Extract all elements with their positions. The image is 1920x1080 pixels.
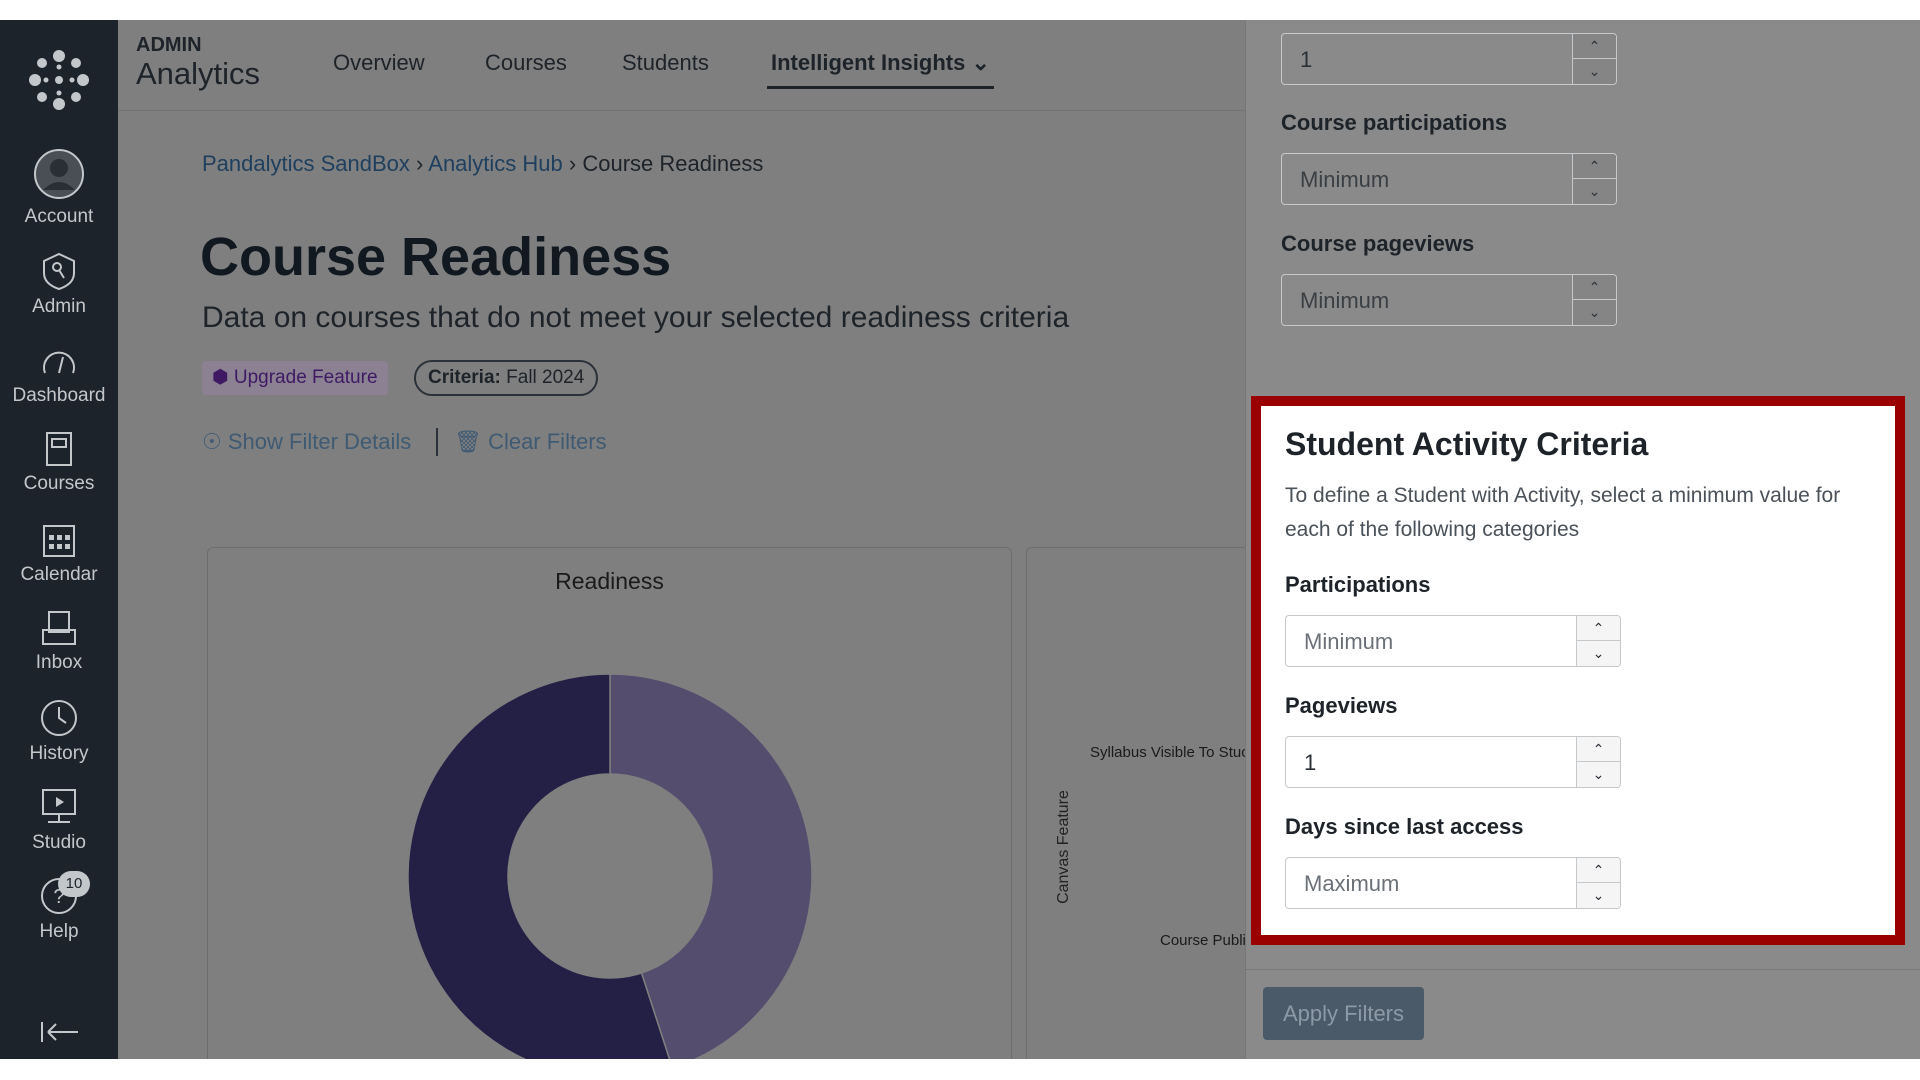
chevron-right-icon: › (568, 151, 577, 176)
nav-admin[interactable]: Admin (0, 252, 118, 318)
apply-filters-button[interactable]: Apply Filters (1263, 987, 1424, 1040)
course-participations-input[interactable]: Minimum ⌃ ⌄ (1281, 153, 1617, 205)
field-label: Course participations (1281, 110, 1508, 135)
avatar-icon (34, 149, 84, 199)
breadcrumb-link[interactable]: Pandalytics SandBox (202, 151, 410, 176)
collapse-nav-icon[interactable] (40, 1020, 80, 1044)
donut-chart (407, 673, 813, 1059)
chevron-down-icon[interactable]: ⌄ (1573, 59, 1616, 84)
chevron-up-icon[interactable]: ⌃ (1577, 737, 1620, 762)
course-pageviews-input[interactable]: Minimum ⌃ ⌄ (1281, 274, 1617, 326)
stepper[interactable]: ⌃ ⌄ (1572, 154, 1616, 204)
divider (1246, 969, 1920, 970)
feature-chart-card: Syllabus Visible To Stuc Course Publi Ca… (1026, 547, 1245, 1059)
trash-icon: 🗑 (454, 429, 482, 454)
stepper[interactable]: ⌃ ⌄ (1572, 275, 1616, 325)
upgrade-feature-badge: ⬢ Upgrade Feature (202, 361, 388, 395)
student-activity-criteria-section: Student Activity Criteria To define a St… (1251, 396, 1905, 945)
eye-icon: ☉ (202, 429, 222, 454)
nav-dashboard[interactable]: Dashboard (0, 343, 118, 407)
days-since-last-access-input[interactable]: Maximum ⌃ ⌄ (1285, 857, 1621, 909)
chevron-up-icon[interactable]: ⌃ (1573, 34, 1616, 59)
main-content: ADMIN Analytics Overview Courses Student… (118, 20, 1245, 1059)
field-label: Days since last access (1285, 814, 1524, 839)
chevron-down-icon[interactable]: ⌄ (1577, 762, 1620, 787)
y-axis-label: Canvas Feature (1054, 790, 1072, 904)
app-eyebrow: ADMIN (136, 34, 202, 56)
help-badge: 10 (58, 871, 90, 897)
chevron-up-icon[interactable]: ⌃ (1573, 154, 1616, 179)
stepper[interactable]: ⌃ ⌄ (1576, 737, 1620, 787)
top-number-input[interactable]: 1 ⌃ ⌄ (1281, 33, 1617, 85)
page-subtitle: Data on courses that do not meet your se… (202, 301, 1070, 334)
chevron-up-icon[interactable]: ⌃ (1573, 275, 1616, 300)
nav-inbox[interactable]: Inbox (0, 610, 118, 674)
stepper[interactable]: ⌃ ⌄ (1576, 616, 1620, 666)
canvas-logo-icon[interactable] (29, 50, 89, 110)
field-label: Pageviews (1285, 693, 1398, 718)
category-label: Syllabus Visible To Stuc (1090, 744, 1245, 761)
chevron-down-icon[interactable]: ⌄ (1577, 641, 1620, 666)
inbox-icon (42, 611, 76, 645)
clear-filters-link[interactable]: 🗑 Clear Filters (454, 429, 607, 455)
tab-intelligent-insights[interactable]: Intelligent Insights ⌄ (767, 50, 994, 89)
studio-icon (42, 789, 76, 823)
app-header: ADMIN Analytics Overview Courses Student… (118, 20, 1245, 111)
breadcrumb-link[interactable]: Analytics Hub (428, 151, 563, 176)
clock-icon (41, 700, 77, 736)
divider (436, 428, 438, 456)
gauge-icon (43, 351, 75, 374)
global-nav: Account Admin Dashboard Courses Calendar… (0, 20, 118, 1059)
shield-icon (43, 252, 75, 290)
readiness-chart-card: Readiness (207, 547, 1012, 1059)
nav-courses[interactable]: Courses (0, 431, 118, 495)
nav-help[interactable]: ? Help 10 (0, 871, 118, 943)
stepper[interactable]: ⌃ ⌄ (1572, 34, 1616, 84)
breadcrumb-current: Course Readiness (582, 151, 764, 176)
participations-input[interactable]: Minimum ⌃ ⌄ (1285, 615, 1621, 667)
section-desc: each of the following categories (1285, 518, 1580, 541)
nav-account[interactable]: Account (0, 148, 118, 228)
breadcrumb: Pandalytics SandBox › Analytics Hub › Co… (202, 151, 763, 177)
show-filter-details-link[interactable]: ☉ Show Filter Details (202, 429, 411, 455)
nav-history[interactable]: History (0, 699, 118, 765)
section-desc: To define a Student with Activity, selec… (1285, 484, 1841, 507)
nav-studio[interactable]: Studio (0, 788, 118, 854)
category-label: Course Publi (1160, 932, 1245, 949)
chevron-down-icon[interactable]: ⌄ (1577, 883, 1620, 908)
stepper[interactable]: ⌃ ⌄ (1576, 858, 1620, 908)
tab-overview[interactable]: Overview (333, 50, 425, 76)
shield-icon: ⬢ (212, 367, 229, 388)
tab-courses[interactable]: Courses (485, 50, 567, 76)
chevron-up-icon[interactable]: ⌃ (1577, 858, 1620, 883)
app-title: Analytics (136, 56, 261, 91)
nav-calendar[interactable]: Calendar (0, 522, 118, 586)
tab-students[interactable]: Students (622, 50, 709, 76)
calendar-icon (43, 525, 75, 557)
chevron-down-icon[interactable]: ⌄ (1573, 300, 1616, 325)
chevron-up-icon[interactable]: ⌃ (1577, 616, 1620, 641)
page-title: Course Readiness (200, 227, 672, 287)
field-label: Course pageviews (1281, 231, 1475, 256)
book-icon (46, 432, 72, 466)
chevron-down-icon[interactable]: ⌄ (1573, 179, 1616, 204)
field-label: Participations (1285, 572, 1431, 597)
criteria-badge[interactable]: Criteria: Fall 2024 (414, 360, 599, 396)
chevron-right-icon: › (416, 151, 424, 176)
pageviews-input[interactable]: 1 ⌃ ⌄ (1285, 736, 1621, 788)
section-title: Student Activity Criteria (1285, 426, 1649, 462)
chevron-down-icon: ⌄ (971, 50, 990, 75)
